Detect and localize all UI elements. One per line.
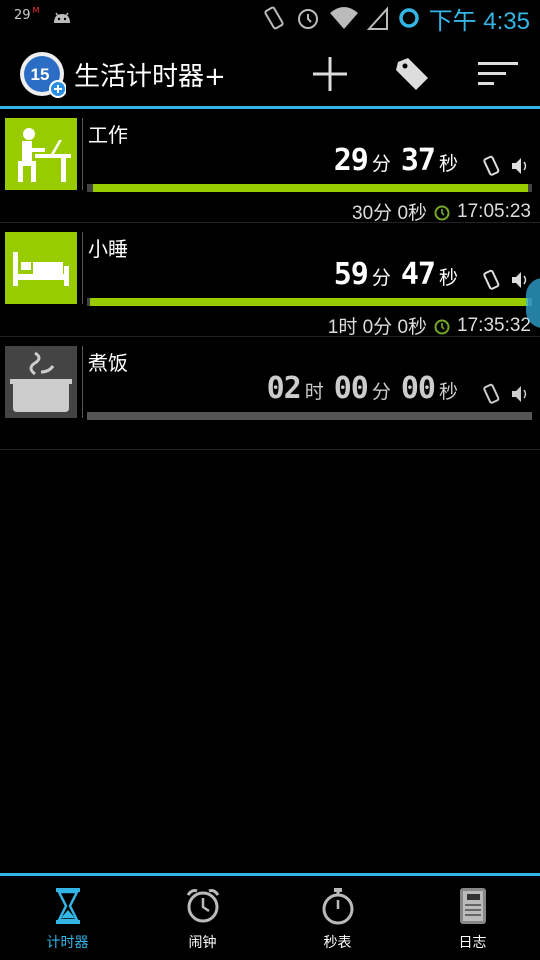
wifi-icon	[329, 7, 358, 29]
add-timer-button[interactable]	[308, 52, 352, 96]
row-divider	[82, 346, 83, 418]
tab-stopwatch[interactable]: 秒表	[270, 876, 405, 960]
countdown-minutes: 29	[333, 143, 369, 178]
alarm-clock-small-icon	[434, 205, 450, 220]
hourglass-icon	[55, 888, 80, 924]
app-title: 生活计时器+	[74, 62, 226, 92]
app-bar: 15 生活计时器+	[0, 38, 540, 106]
timer-end-time: 17:05:23	[457, 200, 531, 222]
row-divider	[82, 232, 83, 304]
countdown-unit: 时	[304, 381, 324, 403]
countdown-unit: 秒	[438, 381, 458, 403]
countdown-seconds: 00	[400, 371, 436, 406]
countdown: 02 时 00 分 00 秒	[267, 371, 464, 406]
timer-end-info: 1时 0分 0秒 17:35:32	[328, 312, 531, 339]
countdown-unit: 分	[371, 381, 391, 403]
countdown-hours: 02	[266, 371, 302, 406]
tab-label: 闹钟	[188, 935, 217, 951]
timer-name: 煮饭	[88, 351, 128, 375]
notification-count: 29 M	[14, 6, 40, 23]
countdown-seconds: 37	[400, 143, 436, 178]
progress-bar	[87, 298, 532, 306]
row-divider	[82, 118, 83, 190]
plus-icon	[313, 57, 347, 91]
bed-icon	[5, 232, 77, 304]
sync-circle-icon	[398, 8, 419, 28]
timer-end-time: 17:35:32	[457, 314, 531, 336]
tab-label: 计时器	[46, 935, 89, 951]
log-book-icon	[459, 888, 486, 924]
alarm-clock-small-icon	[434, 319, 450, 334]
side-drawer-handle[interactable]	[526, 278, 540, 328]
timer-row-nap[interactable]: 小睡 59 分 47 秒 1时 0分 0秒 17:35:32	[0, 223, 540, 339]
countdown-unit: 秒	[438, 153, 458, 175]
vibrate-icon	[264, 6, 284, 30]
app-badge-number: 15	[31, 65, 50, 84]
vibrate-icon[interactable]	[482, 383, 502, 405]
sort-button[interactable]	[476, 52, 520, 96]
volume-icon[interactable]	[510, 155, 530, 177]
timer-name: 小睡	[88, 237, 128, 261]
volume-icon[interactable]	[510, 383, 530, 405]
countdown-minutes: 00	[333, 371, 369, 406]
countdown-seconds: 47	[400, 257, 436, 292]
vibrate-icon[interactable]	[482, 155, 502, 177]
countdown-unit: 分	[371, 153, 391, 175]
tag-button[interactable]	[390, 52, 434, 96]
tab-label: 秒表	[323, 935, 352, 951]
countdown: 29 分 37 秒	[334, 143, 464, 178]
desk-work-icon	[5, 118, 77, 190]
tab-bar: 计时器 闹钟 秒表 日志	[0, 876, 540, 960]
timer-list: 工作 29 分 37 秒 30分 0秒 17:05:23 小睡 59 分 47 …	[0, 109, 540, 450]
countdown-minutes: 59	[333, 257, 369, 292]
timer-duration: 1时 0分 0秒	[327, 317, 428, 338]
tab-timer[interactable]: 计时器	[0, 876, 135, 960]
status-bar: 29 M 下午 4:35	[0, 0, 540, 36]
countdown: 59 分 47 秒	[334, 257, 464, 292]
rice-cooker-icon	[5, 346, 77, 418]
progress-fill	[87, 298, 528, 306]
progress-remaining	[87, 298, 90, 306]
stopwatch-icon	[322, 888, 353, 925]
alarm-status-icon	[297, 9, 318, 29]
timer-row-cooking[interactable]: 煮饭 02 时 00 分 00 秒	[0, 337, 540, 450]
vibrate-icon[interactable]	[482, 269, 502, 291]
progress-remaining	[87, 184, 93, 192]
signal-icon	[366, 6, 388, 30]
progress-fill	[87, 184, 528, 192]
sort-icon	[478, 62, 518, 85]
timer-name: 工作	[88, 123, 128, 147]
tab-alarm[interactable]: 闹钟	[135, 876, 270, 960]
timer-duration: 30分 0秒	[352, 203, 428, 224]
progress-bar	[87, 184, 532, 192]
tag-icon	[396, 58, 428, 90]
countdown-unit: 秒	[438, 267, 458, 289]
timer-end-info: 30分 0秒 17:05:23	[352, 198, 531, 225]
android-notification-icon	[54, 12, 70, 23]
timer-row-work[interactable]: 工作 29 分 37 秒 30分 0秒 17:05:23	[0, 109, 540, 225]
countdown-unit: 分	[371, 267, 391, 289]
tab-label: 日志	[458, 935, 487, 951]
alarm-clock-icon	[186, 889, 219, 923]
tab-log[interactable]: 日志	[405, 876, 540, 960]
progress-bar	[87, 412, 532, 420]
app-logo-icon[interactable]: 15	[18, 50, 66, 98]
status-time: 下午 4:35	[428, 7, 530, 35]
